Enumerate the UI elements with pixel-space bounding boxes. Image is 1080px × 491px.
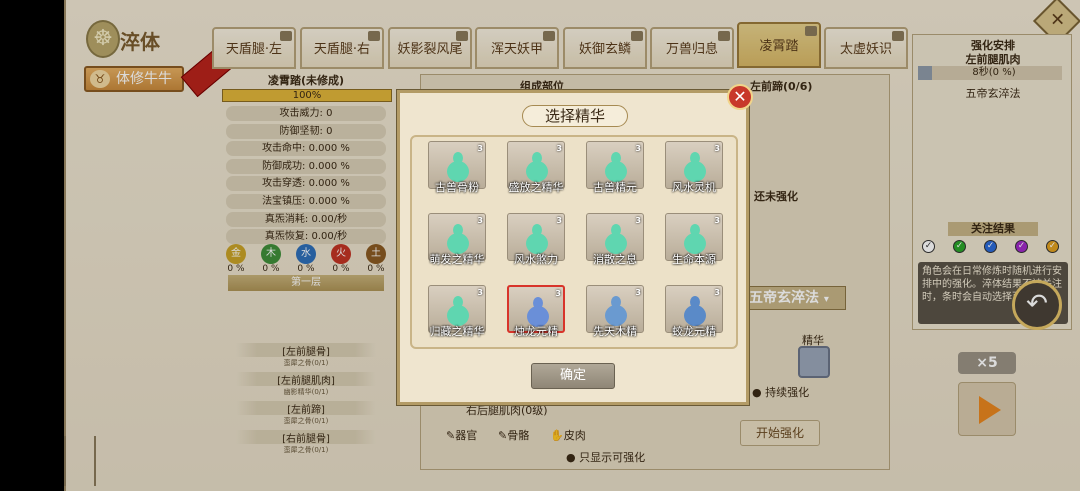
gourd-icon bbox=[684, 296, 706, 326]
item-count: 3 bbox=[477, 288, 483, 297]
item-name: 盛放之精华 bbox=[508, 181, 564, 194]
close-icon: ✕ bbox=[733, 87, 747, 106]
item-name: 古兽骨粉 bbox=[435, 181, 479, 194]
item-count: 3 bbox=[477, 216, 483, 225]
item-name: 归藏之精华 bbox=[429, 325, 485, 338]
gourd-icon bbox=[684, 152, 706, 182]
essence-item[interactable]: 3 生命本源 bbox=[665, 213, 723, 273]
essence-item[interactable]: 3 先天木精 bbox=[586, 285, 644, 345]
confirm-button[interactable]: 确定 bbox=[531, 363, 615, 389]
gourd-icon bbox=[605, 224, 627, 254]
item-name: 萌发之精华 bbox=[429, 253, 485, 266]
gourd-icon bbox=[605, 296, 627, 326]
item-name: 烛龙元精 bbox=[514, 325, 558, 338]
essence-item[interactable]: 3 萌发之精华 bbox=[428, 213, 486, 273]
dialog-title: 选择精华 bbox=[522, 105, 628, 127]
essence-item[interactable]: 3 归藏之精华 bbox=[428, 285, 486, 345]
item-count: 3 bbox=[635, 216, 641, 225]
gourd-icon bbox=[447, 296, 469, 326]
item-count: 3 bbox=[477, 144, 483, 153]
item-name: 风水灵机 bbox=[672, 181, 716, 194]
gourd-icon bbox=[605, 152, 627, 182]
gourd-icon bbox=[447, 224, 469, 254]
item-count: 3 bbox=[556, 144, 562, 153]
item-count: 3 bbox=[556, 216, 562, 225]
item-name: 风水煞力 bbox=[514, 253, 558, 266]
item-count: 3 bbox=[555, 289, 561, 298]
gourd-icon bbox=[526, 152, 548, 182]
item-count: 3 bbox=[714, 216, 720, 225]
essence-item[interactable]: 3 古兽骨粉 bbox=[428, 141, 486, 201]
essence-item[interactable]: 3 蛟龙元精 bbox=[665, 285, 723, 345]
item-name: 消散之息 bbox=[593, 253, 637, 266]
essence-item[interactable]: 3 古兽精元 bbox=[586, 141, 644, 201]
gourd-icon bbox=[526, 224, 548, 254]
item-count: 3 bbox=[635, 144, 641, 153]
select-essence-dialog: 选择精华 ✕ 3 古兽骨粉 3 盛放之精华 3 古兽精元 3 风水灵机 3 萌发之精华 3 风水煞力 3… bbox=[397, 84, 753, 405]
item-name: 古兽精元 bbox=[593, 181, 637, 194]
item-count: 3 bbox=[635, 288, 641, 297]
gourd-icon bbox=[447, 152, 469, 182]
game-screen: ☸ 淬体 ♉ 体修牛牛 天盾腿·左 天盾腿·右 妖影裂风尾 浑天妖甲 妖御玄鳞 万兽归息 凌霄… bbox=[0, 0, 1080, 491]
essence-item[interactable]: 3 风水灵机 bbox=[665, 141, 723, 201]
item-name: 生命本源 bbox=[672, 253, 716, 266]
essence-item[interactable]: 3 盛放之精华 bbox=[507, 141, 565, 201]
essence-item[interactable]: 3 烛龙元精 bbox=[507, 285, 565, 345]
dialog-close-button[interactable]: ✕ bbox=[727, 84, 753, 110]
item-count: 3 bbox=[714, 288, 720, 297]
item-count: 3 bbox=[714, 144, 720, 153]
item-name: 先天木精 bbox=[593, 325, 637, 338]
gourd-icon bbox=[684, 224, 706, 254]
essence-item[interactable]: 3 风水煞力 bbox=[507, 213, 565, 273]
item-name: 蛟龙元精 bbox=[672, 325, 716, 338]
essence-item[interactable]: 3 消散之息 bbox=[586, 213, 644, 273]
